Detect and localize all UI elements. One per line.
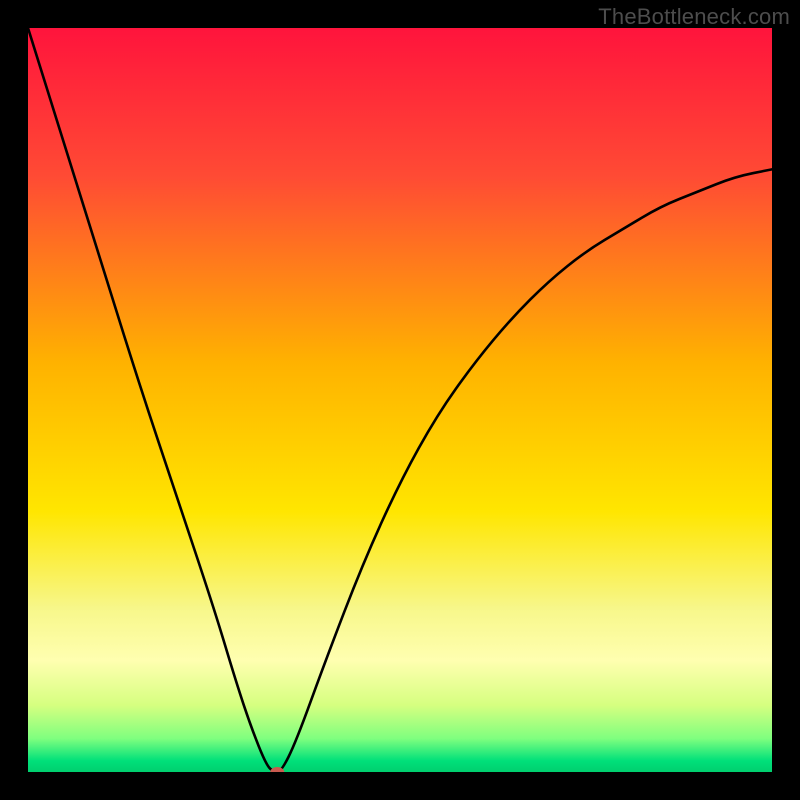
watermark-text: TheBottleneck.com: [598, 4, 790, 30]
chart-svg: [28, 28, 772, 772]
plot-area: [28, 28, 772, 772]
gradient-background: [28, 28, 772, 772]
chart-frame: TheBottleneck.com: [0, 0, 800, 800]
